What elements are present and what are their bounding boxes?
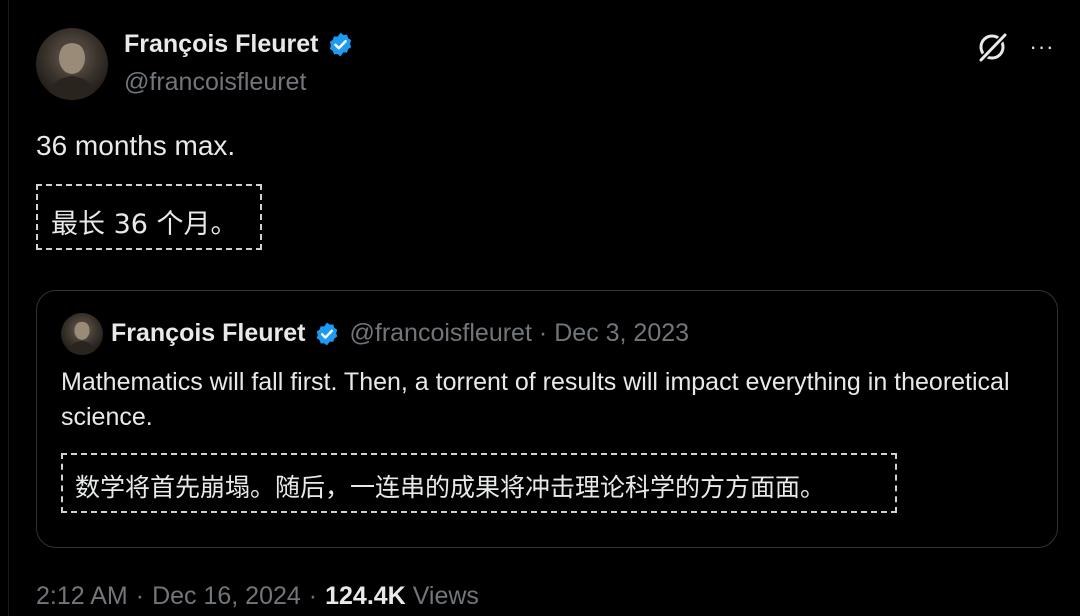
separator-dot: ·	[308, 582, 318, 610]
more-options-icon[interactable]: ···	[1028, 33, 1056, 61]
tweet-date[interactable]: Dec 16, 2024	[152, 582, 301, 610]
quoted-author-handle[interactable]: @francoisfleuret	[350, 319, 532, 348]
separator-dot: ·	[538, 319, 548, 347]
author-name[interactable]: François Fleuret	[124, 30, 319, 59]
tweet: François Fleuret @francoisfleuret ··· 36…	[0, 0, 1080, 616]
quoted-text: Mathematics will fall first. Then, a tor…	[61, 368, 1010, 431]
translation-text: 最长 36 个月。	[51, 209, 238, 240]
verified-badge-icon	[314, 321, 340, 347]
author-name-row[interactable]: François Fleuret	[124, 30, 354, 59]
translation-box: 最长 36 个月。	[36, 184, 262, 250]
quoted-header: François Fleuret @francoisfleuret · Dec …	[111, 319, 689, 348]
views-label: Views	[412, 582, 479, 610]
avatar[interactable]	[36, 28, 108, 100]
quoted-date[interactable]: Dec 3, 2023	[554, 319, 689, 348]
grok-icon[interactable]	[975, 30, 1009, 64]
tweet-meta: 2:12 AM · Dec 16, 2024 · 124.4K Views	[36, 582, 479, 611]
quoted-tweet-card[interactable]: François Fleuret @francoisfleuret · Dec …	[36, 290, 1058, 548]
quoted-author-name[interactable]: François Fleuret	[111, 319, 306, 348]
quoted-translation-box: 数学将首先崩塌。随后，一连串的成果将冲击理论科学的方方面面。	[61, 453, 897, 513]
quoted-avatar[interactable]	[61, 313, 103, 355]
verified-badge-icon[interactable]	[327, 31, 354, 58]
divider	[8, 0, 9, 616]
separator-dot: ·	[135, 582, 145, 610]
views-count[interactable]: 124.4K	[325, 582, 406, 610]
author-handle[interactable]: @francoisfleuret	[124, 68, 306, 97]
tweet-text: 36 months max.	[36, 130, 236, 161]
tweet-time[interactable]: 2:12 AM	[36, 582, 128, 610]
quoted-translation-text: 数学将首先崩塌。随后，一连串的成果将冲击理论科学的方方面面。	[75, 473, 826, 502]
